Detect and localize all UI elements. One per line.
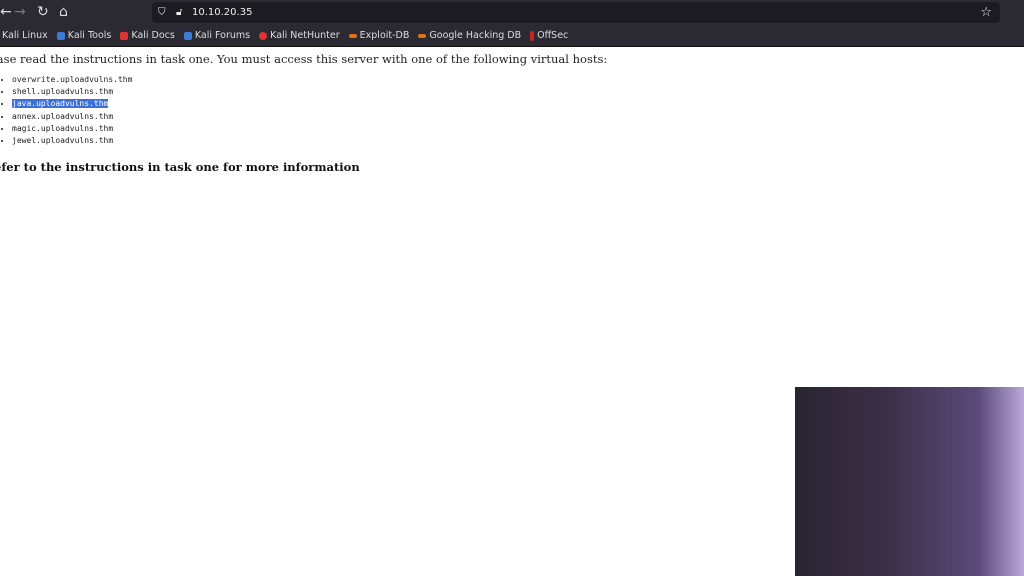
bookmark-label: Kali Forums [194, 30, 251, 41]
kali-docs-icon [120, 31, 129, 40]
virtual-host-list: overwrite.uploadvulns.thm shell.uploadvu… [0, 74, 132, 147]
back-icon[interactable]: ← [0, 4, 12, 20]
host-item: annex.uploadvulns.thm [12, 111, 132, 123]
bookmark-label: Exploit-DB [359, 30, 410, 41]
intro-text: ease read the instructions in task one. … [0, 52, 608, 66]
bookmark-star-icon[interactable]: ☆ [980, 5, 992, 20]
offsec-icon [530, 30, 535, 41]
bookmark-label: Kali NetHunter [270, 30, 340, 41]
bookmark-label: Kali Tools [67, 30, 112, 41]
host-item: shell.uploadvulns.thm [12, 86, 132, 98]
bookmark-label: Kali Linux [2, 30, 48, 41]
footer-heading: efer to the instructions in task one for… [0, 160, 360, 174]
bookmark-google-hacking-db[interactable]: Google Hacking DB [418, 30, 521, 41]
bookmark-kali-forums[interactable]: Kali Forums [183, 30, 251, 41]
webcam-overlay [795, 387, 1024, 576]
reload-icon[interactable]: ↻ [37, 4, 49, 20]
kali-forums-icon [183, 31, 192, 40]
url-text[interactable]: 10.10.20.35 [192, 7, 252, 18]
bookmarks-bar: Kali Linux Kali Tools Kali Docs Kali For… [0, 25, 1024, 47]
ghdb-icon [418, 33, 427, 38]
bookmark-kali-nethunter[interactable]: Kali NetHunter [259, 30, 340, 41]
bookmark-kali-linux[interactable]: Kali Linux [2, 30, 48, 41]
nethunter-icon [259, 31, 268, 40]
forward-icon[interactable]: → [14, 4, 26, 20]
exploit-db-icon [348, 33, 357, 38]
url-bar[interactable]: ⛉ 🔓︎ 10.10.20.35 ☆ [152, 2, 1000, 23]
browser-toolbar: ← → ↻ ⌂ ⛉ 🔓︎ 10.10.20.35 ☆ [0, 0, 1024, 25]
bookmark-label: Google Hacking DB [429, 30, 522, 41]
home-icon[interactable]: ⌂ [59, 4, 68, 20]
lock-icon[interactable]: 🔓︎ [176, 7, 182, 18]
bookmark-label: OffSec [537, 30, 569, 41]
host-item: overwrite.uploadvulns.thm [12, 74, 132, 86]
kali-tools-icon [56, 31, 65, 40]
bookmark-kali-tools[interactable]: Kali Tools [56, 30, 112, 41]
bookmark-label: Kali Docs [131, 30, 175, 41]
bookmark-exploit-db[interactable]: Exploit-DB [348, 30, 410, 41]
page-content: ease read the instructions in task one. … [0, 46, 794, 576]
bookmark-offsec[interactable]: OffSec [530, 30, 568, 41]
bookmark-kali-docs[interactable]: Kali Docs [120, 30, 175, 41]
host-item: magic.uploadvulns.thm [12, 123, 132, 135]
selected-host-text[interactable]: java.uploadvulns.thm [12, 99, 109, 109]
host-item: jewel.uploadvulns.thm [12, 135, 132, 147]
shield-icon[interactable]: ⛉ [158, 7, 166, 18]
host-item: java.uploadvulns.thm [12, 98, 132, 110]
